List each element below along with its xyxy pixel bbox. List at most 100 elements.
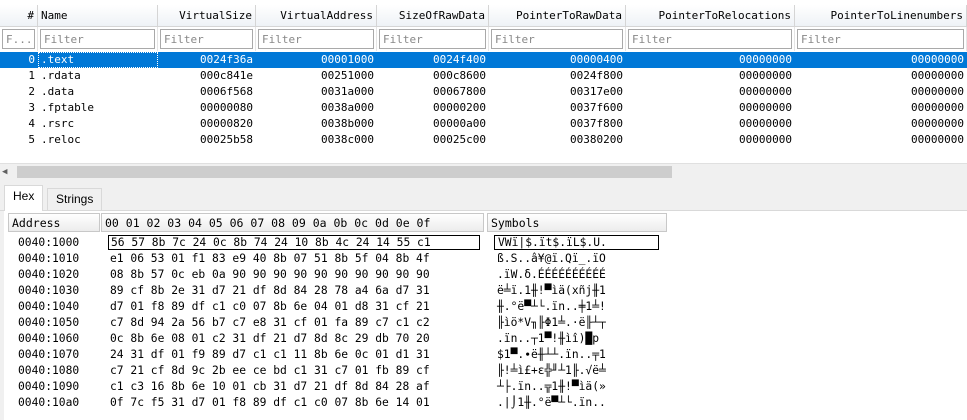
hex-row[interactable]: 0040:1080 c7 21 cf 8d 9c 2b ee ce bd c1 3…: [4, 363, 967, 379]
table-cell: 0024f800: [570, 69, 623, 82]
filter-cell: [377, 27, 489, 51]
filter-cell: [626, 27, 795, 51]
hex-row[interactable]: 0040:1020 08 8b 57 0c eb 0a 90 90 90 90 9…: [4, 267, 967, 283]
table-cell: 0006f568: [200, 85, 253, 98]
hex-symbols[interactable]: ╟!╧ì£+ε╬╜┴1╟.√ë╧: [494, 363, 662, 379]
table-cell: .reloc: [41, 133, 81, 146]
column-header-pointertorawdata[interactable]: PointerToRawData: [489, 5, 626, 26]
hex-symbols[interactable]: ╟ìö*V╖╟Φ1╧.·ë╟┴┬: [494, 315, 662, 331]
table-cell: 00067800: [433, 85, 486, 98]
hex-address: 0040:1070: [18, 348, 80, 361]
scrollbar-thumb[interactable]: [17, 166, 672, 178]
hex-bytes[interactable]: 08 8b 57 0c eb 0a 90 90 90 90 90 90 90 9…: [108, 267, 482, 283]
sections-table-body: 0 .text 0024f36a 00001000 0024f400 00000400 00…: [0, 52, 967, 148]
filter-input-index[interactable]: [2, 29, 35, 49]
hex-row[interactable]: 0040:1040 d7 01 f8 89 df c1 c0 07 8b 6e 0…: [4, 299, 967, 315]
hex-symbols[interactable]: .ïW.δ.ÉÉÉÉÉÉÉÉÉÉ: [494, 267, 662, 283]
hex-row[interactable]: 0040:1010 e1 06 53 01 f1 83 e9 40 8b 07 5…: [4, 251, 967, 267]
filter-input-pointertorawdata[interactable]: [491, 29, 623, 49]
hex-symbols[interactable]: VWï|$.ït$.ïL$.U.: [494, 235, 659, 250]
hex-bytes[interactable]: e1 06 53 01 f1 83 e9 40 8b 07 51 8b 5f 0…: [108, 251, 482, 267]
column-header-name[interactable]: Name: [38, 5, 158, 26]
table-cell: .rdata: [41, 69, 81, 82]
hex-row[interactable]: 0040:1070 24 31 df 01 f9 89 d7 c1 c1 11 8…: [4, 347, 967, 363]
column-header-pointertorelocations[interactable]: PointerToRelocations: [626, 5, 795, 26]
table-cell: 00000000: [739, 85, 792, 98]
table-row[interactable]: 2 .data 0006f568 0031a000 00067800 00317e00 00…: [0, 84, 967, 100]
hex-symbols[interactable]: ë╧ï.1╫!▀ìä(xñj╫1: [494, 283, 662, 299]
filter-input-pointertorelocations[interactable]: [628, 29, 792, 49]
table-cell: 00251000: [321, 69, 374, 82]
filter-input-name[interactable]: [40, 29, 155, 49]
bytes-column-header[interactable]: 00 01 02 03 04 05 06 07 08 09 0a 0b 0c 0…: [101, 213, 484, 232]
table-cell: 00001000: [321, 53, 374, 66]
hex-symbols[interactable]: ß.S..â¥@ï.Qï_.ïO: [494, 251, 662, 267]
symbols-column-header[interactable]: Symbols: [487, 213, 667, 232]
table-row[interactable]: 4 .rsrc 00000820 0038b000 00000a00 0037f800 00…: [0, 116, 967, 132]
table-cell: 00000000: [739, 69, 792, 82]
hex-address: 0040:1000: [18, 236, 80, 249]
hex-bytes[interactable]: 89 cf 8b 2e 31 d7 21 df 8d 84 28 78 a4 6…: [108, 283, 482, 299]
column-header-pointertolinenumbers[interactable]: PointerToLinenumbers: [795, 5, 967, 26]
table-cell: 00000000: [739, 53, 792, 66]
hex-bytes[interactable]: 0f 7c f5 31 d7 01 f8 89 df c1 c0 07 8b 6…: [108, 395, 482, 411]
table-cell: 4: [28, 117, 35, 130]
table-row[interactable]: 3 .fptable 00000080 0038a000 00000200 0037f60…: [0, 100, 967, 116]
table-cell: 00000000: [911, 117, 964, 130]
hex-address: 0040:1060: [18, 332, 80, 345]
tab-strings[interactable]: Strings: [47, 188, 103, 210]
table-row[interactable]: 5 .reloc 00025b58 0038c000 00025c00 00380200 0…: [0, 132, 967, 148]
table-row[interactable]: 1 .rdata 000c841e 00251000 000c8600 0024f800 0…: [0, 68, 967, 84]
table-cell: 3: [28, 101, 35, 114]
hex-bytes[interactable]: c7 8d 94 2a 56 b7 c7 e8 31 cf 01 fa 89 c…: [108, 315, 482, 331]
hex-row[interactable]: 0040:1060 0c 8b 6e 08 01 c2 31 df 21 d7 8…: [4, 331, 967, 347]
address-column-header[interactable]: Address: [8, 213, 100, 232]
column-header-sizeofrawdata[interactable]: SizeOfRawData: [377, 5, 489, 26]
filter-input-virtualaddress[interactable]: [258, 29, 374, 49]
filter-cell: [489, 27, 626, 51]
column-header-virtualsize[interactable]: VirtualSize: [158, 5, 256, 26]
scroll-left-icon[interactable]: ◀: [2, 167, 7, 177]
hex-bytes[interactable]: c1 c3 16 8b 6e 10 01 cb 31 d7 21 df 8d 8…: [108, 379, 482, 395]
hex-symbols[interactable]: .ïn..┬1▀!╫ìî)█p: [494, 331, 662, 347]
sections-panel: # Name VirtualSize VirtualAddress SizeOfRawD…: [0, 0, 967, 181]
hex-symbols[interactable]: ╫.°ë▀┴└.ïn..╪1╧!: [494, 299, 662, 315]
hex-symbols[interactable]: .|⌡1╫.°ë▀┴└.ïn..: [494, 395, 662, 411]
hex-address: 0040:1090: [18, 380, 80, 393]
table-row[interactable]: 0 .text 0024f36a 00001000 0024f400 00000400 00…: [0, 52, 967, 68]
table-cell: 00000820: [200, 117, 253, 130]
filter-input-virtualsize[interactable]: [160, 29, 253, 49]
hex-bytes[interactable]: d7 01 f8 89 df c1 c0 07 8b 6e 04 01 d8 3…: [108, 299, 482, 315]
table-cell: 0038c000: [321, 133, 374, 146]
horizontal-scrollbar[interactable]: ◀: [0, 163, 967, 181]
hex-bytes[interactable]: c7 21 cf 8d 9c 2b ee ce bd c1 31 c7 01 f…: [108, 363, 482, 379]
filter-input-sizeofrawdata[interactable]: [379, 29, 486, 49]
filter-input-pointertolinenumbers[interactable]: [797, 29, 964, 49]
filter-cell: [0, 27, 38, 51]
table-cell: 000c841e: [200, 69, 253, 82]
table-cell: 00000a00: [433, 117, 486, 130]
table-cell: 0: [28, 53, 35, 66]
filter-cell: [795, 27, 967, 51]
column-header-virtualaddress[interactable]: VirtualAddress: [256, 5, 377, 26]
hex-row[interactable]: 0040:1000 56 57 8b 7c 24 0c 8b 74 24 10 8…: [4, 235, 967, 251]
hex-bytes[interactable]: 56 57 8b 7c 24 0c 8b 74 24 10 8b 4c 24 1…: [108, 235, 480, 250]
hex-bytes[interactable]: 24 31 df 01 f9 89 d7 c1 c1 11 8b 6e 0c 0…: [108, 347, 482, 363]
hex-row[interactable]: 0040:10a0 0f 7c f5 31 d7 01 f8 89 df c1 c…: [4, 395, 967, 411]
table-cell: 00000200: [433, 101, 486, 114]
table-cell: 00317e00: [570, 85, 623, 98]
table-cell: 2: [28, 85, 35, 98]
column-header-index[interactable]: #: [0, 5, 38, 26]
hex-row[interactable]: 0040:1050 c7 8d 94 2a 56 b7 c7 e8 31 cf 0…: [4, 315, 967, 331]
tab-hex[interactable]: Hex: [4, 185, 44, 211]
table-cell: 00000000: [911, 53, 964, 66]
hex-row[interactable]: 0040:1090 c1 c3 16 8b 6e 10 01 cb 31 d7 2…: [4, 379, 967, 395]
hex-address: 0040:1030: [18, 284, 80, 297]
hex-bytes[interactable]: 0c 8b 6e 08 01 c2 31 df 21 d7 8d 8c 29 d…: [108, 331, 482, 347]
table-cell: 00025b58: [200, 133, 253, 146]
hex-row[interactable]: 0040:1030 89 cf 8b 2e 31 d7 21 df 8d 84 2…: [4, 283, 967, 299]
sections-filter-row: [0, 27, 967, 51]
table-cell: 0038a000: [321, 101, 374, 114]
hex-symbols[interactable]: ┴├.ïn..╦1╫!▀ìä(»: [494, 379, 662, 395]
hex-symbols[interactable]: $1▀.∙ë╫┴┴.ïn..╤1: [494, 347, 662, 363]
